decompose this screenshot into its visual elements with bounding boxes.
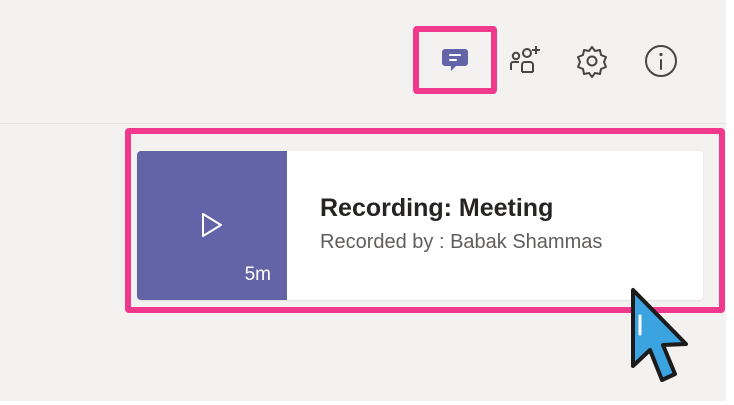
info-icon [645,45,677,77]
mouse-cursor-icon [631,288,688,382]
window-edge-bottom [0,401,734,405]
recording-duration: 5m [244,264,271,285]
recording-thumbnail[interactable]: 5m [137,151,287,300]
recording-title: Recording: Meeting [320,194,554,222]
recording-author: Recorded by : Babak Shammas [320,231,603,253]
recording-card[interactable]: 5m Recording: Meeting Recorded by : Baba… [137,151,703,300]
gear-icon [577,46,607,78]
settings-button[interactable] [573,42,611,80]
chat-icon [442,49,468,71]
info-button[interactable] [642,42,680,80]
play-icon [202,213,222,237]
window-edge [726,0,734,405]
add-people-button[interactable] [505,40,545,80]
chat-button[interactable] [413,26,497,94]
recording-details: Recording: Meeting Recorded by : Babak S… [287,151,602,300]
header-divider [0,123,726,124]
add-people-icon [510,46,540,73]
